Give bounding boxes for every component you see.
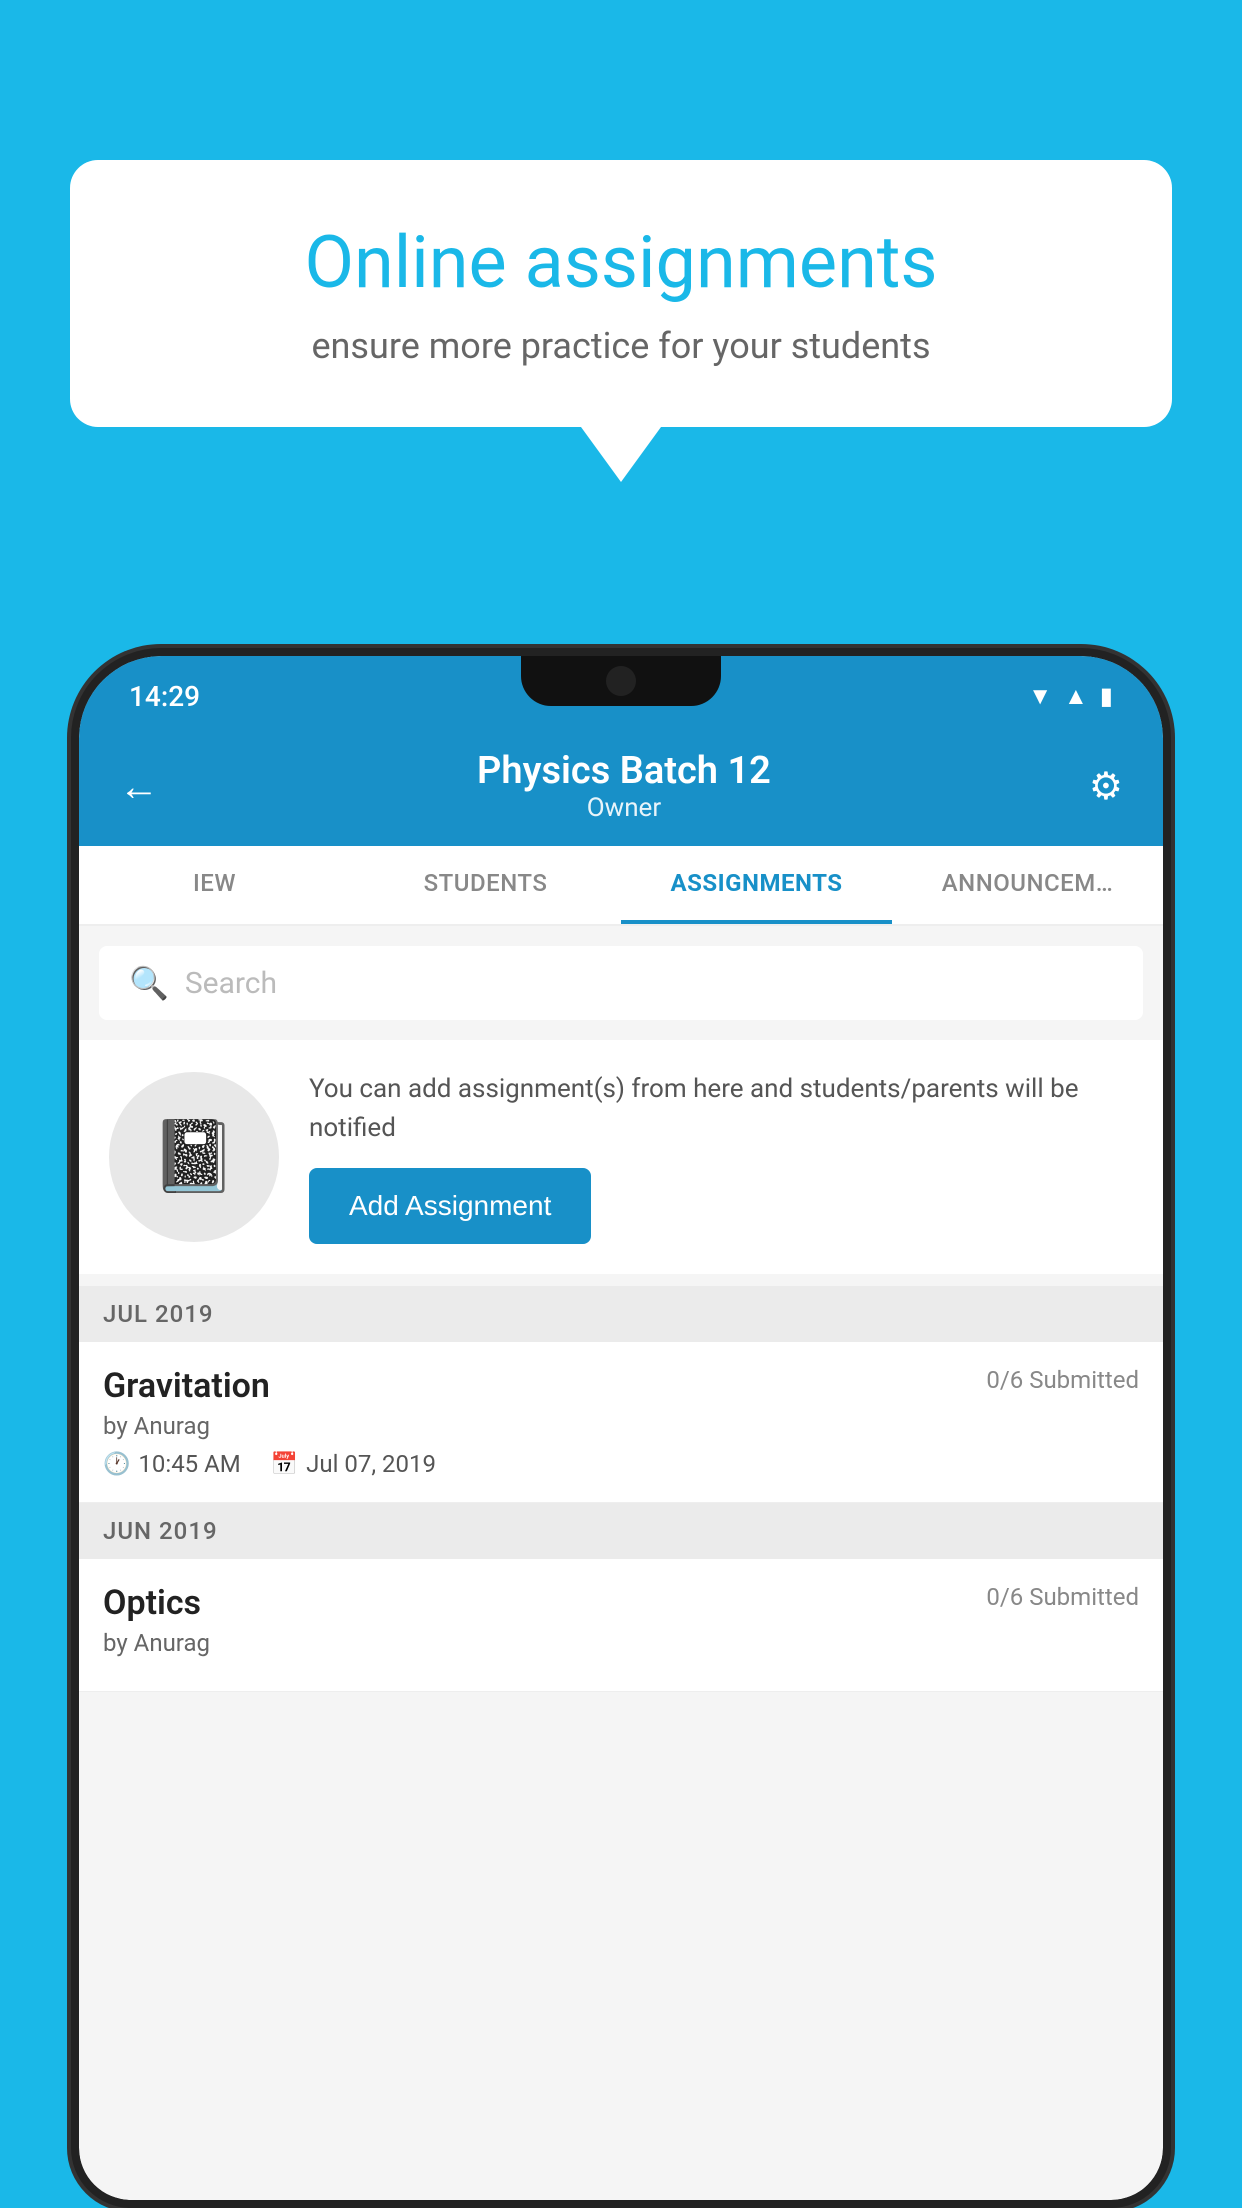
speech-bubble-title: Online assignments: [140, 220, 1102, 305]
assignment-name: Gravitation: [103, 1366, 270, 1406]
section-jun-2019: JUN 2019: [79, 1503, 1163, 1559]
phone-screen: 14:29 ▼ ▲ ▮ ← Physics Batch 12 Owner ⚙ I…: [79, 656, 1163, 2200]
settings-button[interactable]: ⚙: [1089, 764, 1123, 809]
promo-content: You can add assignment(s) from here and …: [309, 1070, 1133, 1244]
tab-students[interactable]: STUDENTS: [350, 846, 621, 924]
speech-bubble-subtitle: ensure more practice for your students: [140, 325, 1102, 367]
assignment-optics-name: Optics: [103, 1583, 201, 1623]
header-subtitle: Owner: [477, 793, 771, 823]
promo-text: You can add assignment(s) from here and …: [309, 1070, 1133, 1148]
search-bar[interactable]: 🔍 Search: [99, 946, 1143, 1020]
assignment-icon-circle: 📓: [109, 1072, 279, 1242]
tab-announcements[interactable]: ANNOUNCEM…: [892, 846, 1163, 924]
assignment-submitted: 0/6 Submitted: [986, 1366, 1139, 1394]
assignment-row-top: Gravitation 0/6 Submitted: [103, 1366, 1139, 1406]
tab-assignments[interactable]: ASSIGNMENTS: [621, 846, 892, 924]
section-jul-2019: JUL 2019: [79, 1286, 1163, 1342]
assignment-optics[interactable]: Optics 0/6 Submitted by Anurag: [79, 1559, 1163, 1692]
assignment-meta: 🕐 10:45 AM 📅 Jul 07, 2019: [103, 1450, 1139, 1478]
signal-icon: ▲: [1064, 682, 1088, 711]
tab-iew[interactable]: IEW: [79, 846, 350, 924]
phone-notch: [521, 656, 721, 706]
assignment-optics-row-top: Optics 0/6 Submitted: [103, 1583, 1139, 1623]
status-time: 14:29: [129, 680, 200, 713]
app-header: ← Physics Batch 12 Owner ⚙: [79, 726, 1163, 846]
content-area: 🔍 Search 📓 You can add assignment(s) fro…: [79, 926, 1163, 1692]
assignment-date: 📅 Jul 07, 2019: [271, 1450, 436, 1478]
add-assignment-promo: 📓 You can add assignment(s) from here an…: [79, 1040, 1163, 1274]
status-icons: ▼ ▲ ▮: [1028, 682, 1113, 711]
header-title-container: Physics Batch 12 Owner: [477, 749, 771, 823]
search-icon: 🔍: [129, 964, 169, 1002]
battery-icon: ▮: [1100, 682, 1113, 710]
calendar-icon: 📅: [271, 1452, 298, 1477]
assignment-gravitation[interactable]: Gravitation 0/6 Submitted by Anurag 🕐 10…: [79, 1342, 1163, 1503]
phone-frame: 14:29 ▼ ▲ ▮ ← Physics Batch 12 Owner ⚙ I…: [71, 648, 1171, 2208]
wifi-icon: ▼: [1028, 682, 1052, 711]
speech-bubble-arrow: [581, 427, 661, 482]
assignment-optics-submitted: 0/6 Submitted: [986, 1583, 1139, 1611]
speech-bubble-container: Online assignments ensure more practice …: [70, 160, 1172, 482]
tab-bar: IEW STUDENTS ASSIGNMENTS ANNOUNCEM…: [79, 846, 1163, 926]
assignment-by: by Anurag: [103, 1412, 1139, 1440]
assignment-notebook-icon: 📓: [150, 1116, 237, 1198]
assignment-optics-by: by Anurag: [103, 1629, 1139, 1657]
camera: [606, 666, 636, 696]
back-button[interactable]: ←: [119, 763, 159, 810]
clock-icon: 🕐: [103, 1452, 130, 1477]
header-title: Physics Batch 12: [477, 749, 771, 793]
search-placeholder: Search: [185, 966, 277, 1001]
add-assignment-button[interactable]: Add Assignment: [309, 1168, 591, 1244]
speech-bubble: Online assignments ensure more practice …: [70, 160, 1172, 427]
assignment-time: 🕐 10:45 AM: [103, 1450, 241, 1478]
